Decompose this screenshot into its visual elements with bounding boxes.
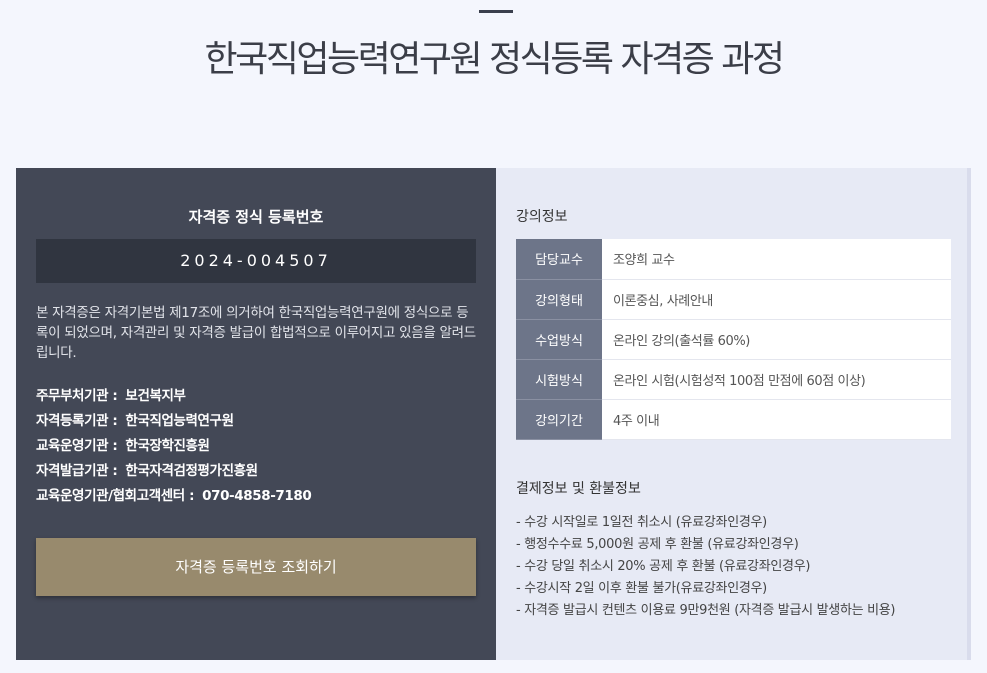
list-item: - 수강 시작일로 1일전 취소시 (유료강좌인경우)	[516, 515, 767, 530]
org-value: 한국자격검정평가진흥원	[125, 463, 258, 479]
row-label: 강의기간	[516, 399, 602, 440]
course-info-table: 담당교수 조양희 교수 강의형태 이론중심, 사례안내 수업방식 온라인 강의(출석률…	[516, 239, 951, 440]
registration-heading: 자격증 정식 등록번호	[188, 208, 324, 226]
row-value: 이론중심, 사례안내	[602, 279, 951, 320]
organization-list: 주무부처기관 : 보건복지부 자격등록기관 : 한국직업능력연구원 교육운영기관 :…	[36, 384, 476, 509]
org-item: 자격등록기관 : 한국직업능력연구원	[36, 409, 476, 434]
org-item: 주무부처기관 : 보건복지부	[36, 384, 476, 409]
org-item: 교육운영기관/협회고객센터 : 070-4858-7180	[36, 484, 476, 509]
list-item: - 수강 당일 취소시 20% 공제 후 환불 (유료강좌인경우)	[516, 559, 811, 574]
row-value: 조양희 교수	[602, 239, 951, 280]
payment-info-list: - 수강 시작일로 1일전 취소시 (유료강좌인경우) - 행정수수료 5,00…	[516, 512, 966, 622]
row-value: 온라인 시험(시험성적 100점 만점에 60점 이상)	[602, 359, 951, 400]
table-row: 강의형태 이론중심, 사례안내	[516, 279, 951, 320]
org-label: 주무부처기관 :	[36, 388, 118, 404]
row-value: 4주 이내	[602, 399, 951, 440]
payment-info-heading: 결제정보 및 환불정보	[516, 481, 641, 497]
course-info-panel: 강의정보 담당교수 조양희 교수 강의형태 이론중심, 사례안내 수업방식 온라인 강…	[496, 168, 971, 660]
page-title: 한국직업능력연구원 정식등록 자격증 과정	[204, 39, 786, 80]
registration-panel: 자격증 정식 등록번호 2024-004507 본 자격증은 자격기본법 제17…	[16, 168, 496, 660]
registration-description: 본 자격증은 자격기본법 제17조에 의거하여 한국직업능력연구원에 정식으로 …	[36, 305, 476, 361]
title-accent-bar	[479, 10, 513, 13]
row-label: 시험방식	[516, 359, 602, 400]
row-label: 강의형태	[516, 279, 602, 320]
row-label: 수업방식	[516, 319, 602, 360]
org-value: 보건복지부	[125, 388, 186, 404]
row-value: 온라인 강의(출석률 60%)	[602, 319, 951, 360]
org-label: 자격등록기관 :	[36, 413, 118, 429]
org-label: 교육운영기관 :	[36, 438, 118, 454]
registration-number: 2024-004507	[36, 239, 476, 283]
list-item: - 자격증 발급시 컨텐츠 이용료 9만9천원 (자격증 발급시 발생하는 비용…	[516, 603, 896, 618]
org-value: 한국장학진흥원	[125, 438, 210, 454]
course-info-heading: 강의정보	[516, 209, 568, 225]
row-label: 담당교수	[516, 239, 602, 280]
table-row: 담당교수 조양희 교수	[516, 239, 951, 280]
org-value: 한국직업능력연구원	[125, 413, 234, 429]
org-value: 070-4858-7180	[202, 488, 312, 504]
list-item: - 행정수수료 5,000원 공제 후 환불 (유료강좌인경우)	[516, 537, 799, 552]
org-label: 교육운영기관/협회고객센터 :	[36, 488, 195, 504]
table-row: 시험방식 온라인 시험(시험성적 100점 만점에 60점 이상)	[516, 359, 951, 400]
list-item: - 수강시작 2일 이후 환불 불가(유료강좌인경우)	[516, 581, 767, 596]
org-label: 자격발급기관 :	[36, 463, 118, 479]
org-item: 자격발급기관 : 한국자격검정평가진흥원	[36, 459, 476, 484]
registration-lookup-button[interactable]: 자격증 등록번호 조회하기	[36, 538, 476, 596]
table-row: 강의기간 4주 이내	[516, 399, 951, 440]
table-row: 수업방식 온라인 강의(출석률 60%)	[516, 319, 951, 360]
org-item: 교육운영기관 : 한국장학진흥원	[36, 434, 476, 459]
